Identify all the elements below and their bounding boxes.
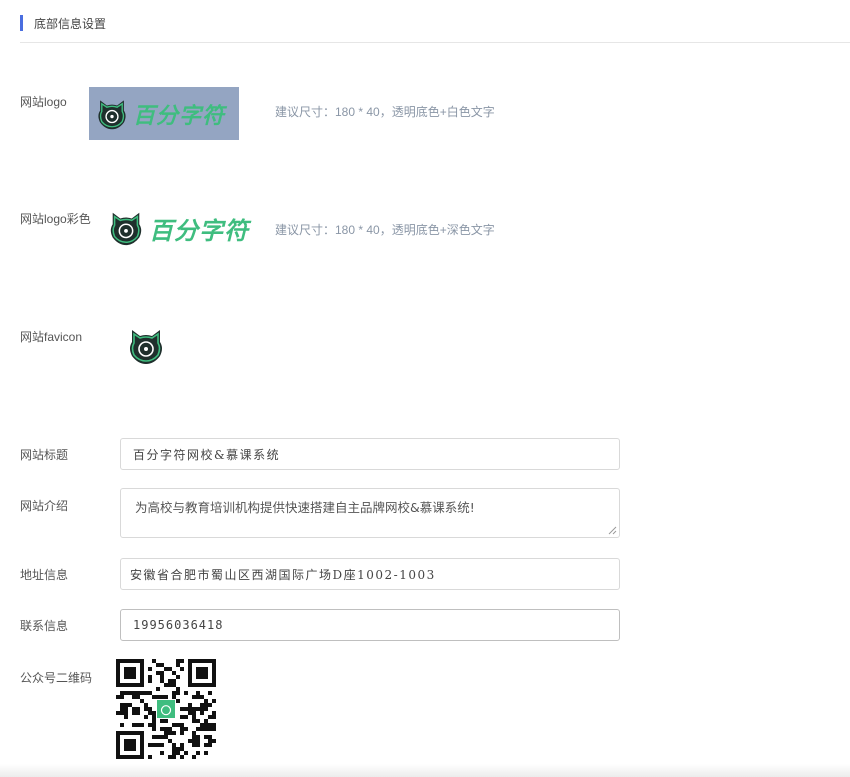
bottom-shade	[0, 764, 850, 777]
site-logo-label: 网站logo	[20, 95, 67, 109]
site-logo-color-text: 百分字符	[149, 216, 249, 245]
section-header: 底部信息设置	[20, 14, 106, 32]
site-logo-hint: 建议尺寸：180 * 40，透明底色+白色文字	[275, 105, 495, 119]
section-accent-bar	[20, 15, 23, 31]
favicon-upload[interactable]	[126, 325, 166, 367]
site-logo-color-hint: 建议尺寸：180 * 40，透明底色+深色文字	[275, 223, 495, 237]
site-logo-color-label: 网站logo彩色	[20, 212, 91, 226]
qr-code-icon	[116, 659, 216, 759]
qrcode-label: 公众号二维码	[20, 671, 93, 685]
site-logo-upload[interactable]: 百分字符	[89, 87, 239, 140]
address-input[interactable]: 安徽省合肥市蜀山区西湖国际广场D座1002-1003	[120, 558, 620, 590]
site-title-input[interactable]: 百分字符网校&慕课系统	[120, 438, 620, 470]
resize-handle-icon[interactable]	[608, 526, 617, 535]
site-logo-text: 百分字符	[133, 103, 226, 129]
qrcode-upload[interactable]	[110, 657, 225, 767]
cat-face-icon	[110, 212, 142, 246]
site-intro-textarea[interactable]: 为高校与教育培训机构提供快速搭建自主品牌网校&慕课系统!	[120, 488, 620, 538]
section-title: 底部信息设置	[34, 16, 107, 31]
cat-face-icon	[130, 330, 162, 364]
contact-label: 联系信息	[20, 619, 69, 633]
site-intro-label: 网站介绍	[20, 499, 69, 513]
site-title-label: 网站标题	[20, 448, 69, 462]
section-divider	[20, 42, 850, 43]
site-logo-color-upload[interactable]: 百分字符	[107, 208, 262, 248]
address-label: 地址信息	[20, 568, 69, 582]
contact-input[interactable]: 19956036418	[120, 609, 620, 641]
site-intro-text: 为高校与教育培训机构提供快速搭建自主品牌网校&慕课系统!	[135, 500, 475, 515]
favicon-label: 网站favicon	[20, 330, 83, 344]
cat-face-icon	[98, 99, 126, 129]
